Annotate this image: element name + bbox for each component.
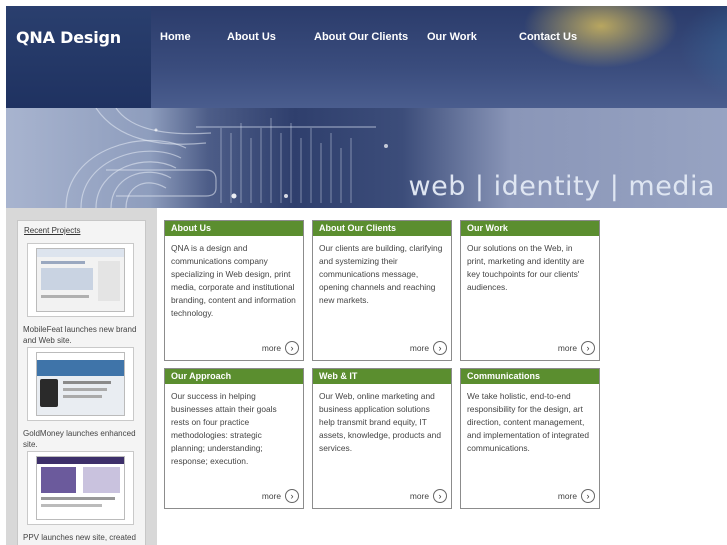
arrow-right-circle-icon[interactable]: › bbox=[285, 489, 299, 503]
more-label[interactable]: more bbox=[410, 491, 429, 501]
ppv-screenshot bbox=[36, 456, 125, 520]
sidebar: Recent Projects MobileFeat launches new … bbox=[6, 208, 157, 545]
mobilefeat-screenshot bbox=[36, 248, 125, 312]
card-our-approach: Our Approach Our success in helping busi… bbox=[164, 368, 304, 509]
card-text: QNA is a design and communications compa… bbox=[171, 243, 296, 318]
more-label[interactable]: more bbox=[262, 343, 281, 353]
more-link[interactable]: more › bbox=[410, 489, 447, 503]
site-header: QNA Design Home About Us About Our Clien… bbox=[6, 6, 727, 108]
card-text: Our Web, online marketing and business a… bbox=[319, 391, 441, 453]
card-title[interactable]: Our Approach bbox=[165, 369, 303, 384]
card-text: Our success in helping businesses attain… bbox=[171, 391, 277, 466]
logo-area: QNA Design bbox=[6, 6, 151, 108]
card-text: Our clients are building, clarifying and… bbox=[319, 243, 443, 305]
more-link[interactable]: more › bbox=[558, 341, 595, 355]
card-title[interactable]: Our Work bbox=[461, 221, 599, 236]
nav-about-clients[interactable]: About Our Clients bbox=[314, 31, 408, 43]
site-logo[interactable]: QNA Design bbox=[16, 28, 121, 47]
recent-projects-panel: Recent Projects MobileFeat launches new … bbox=[17, 220, 146, 545]
goldmoney-screenshot bbox=[36, 352, 125, 416]
card-text: Our solutions on the Web, in print, mark… bbox=[467, 243, 585, 292]
nav-contact-us[interactable]: Contact Us bbox=[519, 31, 577, 43]
arrow-right-circle-icon[interactable]: › bbox=[581, 489, 595, 503]
card-about-us: About Us QNA is a design and communicati… bbox=[164, 220, 304, 361]
arrow-right-circle-icon[interactable]: › bbox=[285, 341, 299, 355]
more-label[interactable]: more bbox=[558, 343, 577, 353]
arrow-right-circle-icon[interactable]: › bbox=[433, 341, 447, 355]
nav-bar: Home About Us About Our Clients Our Work… bbox=[151, 6, 727, 108]
project-thumbnail-goldmoney[interactable] bbox=[27, 347, 134, 421]
card-our-work: Our Work Our solutions on the Web, in pr… bbox=[460, 220, 600, 361]
project-caption-goldmoney: GoldMoney launches enhanced site. bbox=[23, 429, 136, 449]
card-title[interactable]: About Our Clients bbox=[313, 221, 451, 236]
card-title[interactable]: Web & IT bbox=[313, 369, 451, 384]
more-link[interactable]: more › bbox=[410, 341, 447, 355]
card-about-clients: About Our Clients Our clients are buildi… bbox=[312, 220, 452, 361]
project-caption-ppv: PPV launches new site, created with part… bbox=[23, 533, 136, 545]
nav-home[interactable]: Home bbox=[160, 31, 191, 43]
more-label[interactable]: more bbox=[558, 491, 577, 501]
card-text: We take holistic, end-to-end responsibil… bbox=[467, 391, 589, 453]
arrow-right-circle-icon[interactable]: › bbox=[433, 489, 447, 503]
hero-banner: web | identity | media bbox=[6, 108, 727, 208]
project-thumbnail-mobilefeat[interactable] bbox=[27, 243, 134, 317]
more-link[interactable]: more › bbox=[558, 489, 595, 503]
card-title[interactable]: About Us bbox=[165, 221, 303, 236]
more-link[interactable]: more › bbox=[262, 341, 299, 355]
recent-projects-title[interactable]: Recent Projects bbox=[24, 226, 80, 235]
banner-tagline: web | identity | media bbox=[408, 171, 715, 202]
nav-about-us[interactable]: About Us bbox=[227, 31, 276, 43]
nav-our-work[interactable]: Our Work bbox=[427, 31, 477, 43]
card-title[interactable]: Communications bbox=[461, 369, 599, 384]
more-link[interactable]: more › bbox=[262, 489, 299, 503]
card-communications: Communications We take holistic, end-to-… bbox=[460, 368, 600, 509]
more-label[interactable]: more bbox=[410, 343, 429, 353]
project-caption-mobilefeat: MobileFeat launches new brand and Web si… bbox=[23, 325, 137, 345]
arrow-right-circle-icon[interactable]: › bbox=[581, 341, 595, 355]
card-web-it: Web & IT Our Web, online marketing and b… bbox=[312, 368, 452, 509]
project-thumbnail-ppv[interactable] bbox=[27, 451, 134, 525]
more-label[interactable]: more bbox=[262, 491, 281, 501]
